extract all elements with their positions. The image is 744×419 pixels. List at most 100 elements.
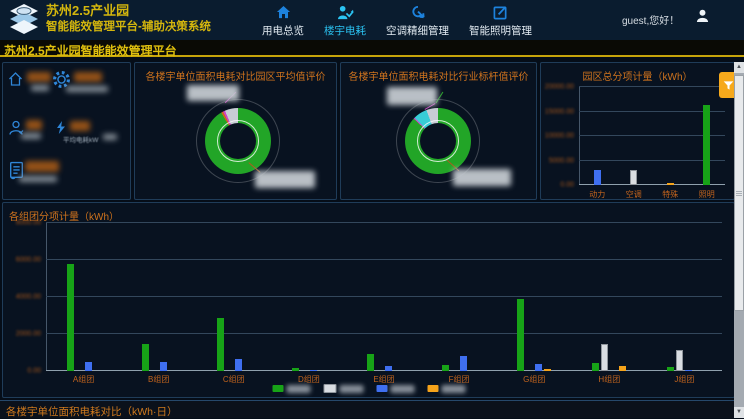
- funnel-icon: [723, 80, 734, 91]
- bar: [517, 299, 524, 371]
- scroll-up-arrow-icon[interactable]: ▲: [734, 62, 744, 73]
- donut-panel-park-average: 各楼宇单位面积电耗对比园区平均值评价: [134, 62, 337, 200]
- bar-group: [689, 87, 726, 185]
- kpi-subtext-blurred: [21, 133, 41, 139]
- bar-group: [497, 223, 572, 371]
- kpi-value-blurred: [74, 72, 102, 82]
- legend-swatch: [272, 385, 283, 392]
- bar: [85, 362, 92, 371]
- kpi-value-blurred: [26, 120, 42, 130]
- panel-title: 各楼宇单位面积电耗对比行业标杆值评价: [341, 63, 536, 83]
- bar: [385, 366, 392, 371]
- nav-item-power-overview[interactable]: 用电总览: [262, 4, 304, 38]
- callout-label-blurred: [255, 171, 315, 188]
- donut-inner-ring: [417, 120, 459, 162]
- x-axis-label: 特殊: [652, 189, 689, 200]
- y-axis-labels: 0.002000.004000.006000.008000.00: [3, 223, 44, 371]
- x-axis-label: H组团: [572, 374, 647, 385]
- home-icon: [276, 4, 291, 21]
- app-title-line2: 智能能效管理平台-辅助决策系统: [46, 20, 211, 35]
- legend-item: [427, 384, 465, 393]
- x-axis-label: C组团: [196, 374, 271, 385]
- bar: [460, 356, 467, 371]
- user-greeting: guest,您好！: [622, 12, 679, 27]
- legend-swatch: [323, 384, 336, 393]
- bar: [292, 368, 299, 371]
- main-nav: 用电总览 楼宇电耗 空调精细管理 智能照明管理: [262, 4, 532, 38]
- panel-title: 园区总分项计量（kWh）: [541, 63, 734, 83]
- footer-section-title: 各楼宇单位面积电耗对比（kWh·日）: [6, 406, 178, 418]
- bar-group: [121, 223, 196, 371]
- bar: [685, 370, 692, 371]
- kpi-value-blurred: [27, 72, 51, 82]
- bar: [67, 264, 74, 371]
- x-axis-label: 动力: [579, 189, 616, 200]
- app-header: 苏州2.5产业园 智能能效管理平台-辅助决策系统 用电总览 楼宇电耗 空调精细管…: [0, 0, 744, 40]
- nav-item-lighting-management[interactable]: 智能照明管理: [469, 4, 532, 38]
- nav-label: 用电总览: [262, 23, 304, 38]
- bar-group: [196, 223, 271, 371]
- footer-section-bar: 各楼宇单位面积电耗对比（kWh·日）: [0, 400, 744, 418]
- bar: [367, 354, 374, 371]
- bar: [667, 183, 674, 185]
- y-axis-label: 5000.00: [549, 157, 574, 164]
- bar: [142, 344, 149, 371]
- nav-item-hvac-management[interactable]: 空调精细管理: [386, 4, 449, 38]
- bar: [630, 170, 637, 185]
- kpi-value-blurred: [70, 121, 90, 131]
- scrollbar-thumb[interactable]: [734, 75, 744, 311]
- app-title: 苏州2.5产业园 智能能效管理平台-辅助决策系统: [46, 3, 211, 35]
- scroll-down-arrow-icon[interactable]: ▼: [734, 407, 744, 418]
- x-axis-label: G组团: [497, 374, 572, 385]
- legend-label-blurred: [286, 385, 310, 393]
- y-axis-labels: 0.005000.0010000.0015000.0020000.00: [541, 87, 577, 185]
- bar: [544, 369, 551, 371]
- y-axis-label: 2000.00: [16, 331, 41, 338]
- y-axis-label: 0.00: [560, 182, 574, 189]
- bar-group: [616, 87, 653, 185]
- donut-inner-ring: [217, 120, 259, 162]
- bar: [217, 318, 224, 371]
- user-account-icon[interactable]: [696, 9, 709, 28]
- bar: [535, 364, 542, 371]
- legend-item: [272, 384, 310, 393]
- kpi-value-blurred: [25, 161, 59, 172]
- cluster-breakdown-panel: 各组团分项计量（kWh） 0.002000.004000.006000.0080…: [2, 202, 735, 398]
- y-axis-label: 6000.00: [16, 257, 41, 264]
- kpi-label: 平均电耗kW: [63, 134, 98, 144]
- kpi-subtext-blurred: [19, 176, 57, 182]
- x-axis-labels: 动力空调特殊照明: [579, 189, 725, 200]
- app-title-line1: 苏州2.5产业园: [46, 3, 211, 20]
- legend-item: [323, 384, 363, 393]
- cloud-arrow-icon: [410, 4, 426, 21]
- legend-label-blurred: [441, 385, 465, 393]
- donut-panel-industry-benchmark: 各楼宇单位面积电耗对比行业标杆值评价: [340, 62, 537, 200]
- panel-title: 各组团分项计量（kWh）: [3, 203, 734, 223]
- bar: [160, 362, 167, 371]
- bar: [667, 367, 674, 371]
- bar-group: [46, 223, 121, 371]
- kpi-summary-panel: 平均电耗kW: [2, 62, 131, 200]
- x-axis-label: 空调: [616, 189, 653, 200]
- kpi-subtext-blurred: [66, 86, 108, 92]
- y-axis-label: 20000.00: [545, 84, 574, 91]
- bar: [235, 359, 242, 371]
- legend-label-blurred: [339, 385, 363, 393]
- bar: [592, 363, 599, 371]
- y-axis-label: 4000.00: [16, 294, 41, 301]
- bar: [601, 344, 608, 371]
- bar: [703, 105, 710, 185]
- bar-group: [647, 223, 722, 371]
- bar: [310, 370, 317, 371]
- y-axis-label: 0.00: [27, 368, 41, 375]
- y-axis-label: 10000.00: [545, 133, 574, 140]
- x-axis-label: 照明: [689, 189, 726, 200]
- bar: [676, 350, 683, 371]
- kpi-subtext-blurred: [31, 85, 49, 91]
- nav-item-building-power[interactable]: 楼宇电耗: [324, 4, 366, 38]
- bar-group: [271, 223, 346, 371]
- x-axis-label: J组团: [647, 374, 722, 385]
- nav-label: 楼宇电耗: [324, 23, 366, 38]
- vertical-scrollbar[interactable]: ▲ ▼: [734, 62, 744, 418]
- bar: [619, 366, 626, 371]
